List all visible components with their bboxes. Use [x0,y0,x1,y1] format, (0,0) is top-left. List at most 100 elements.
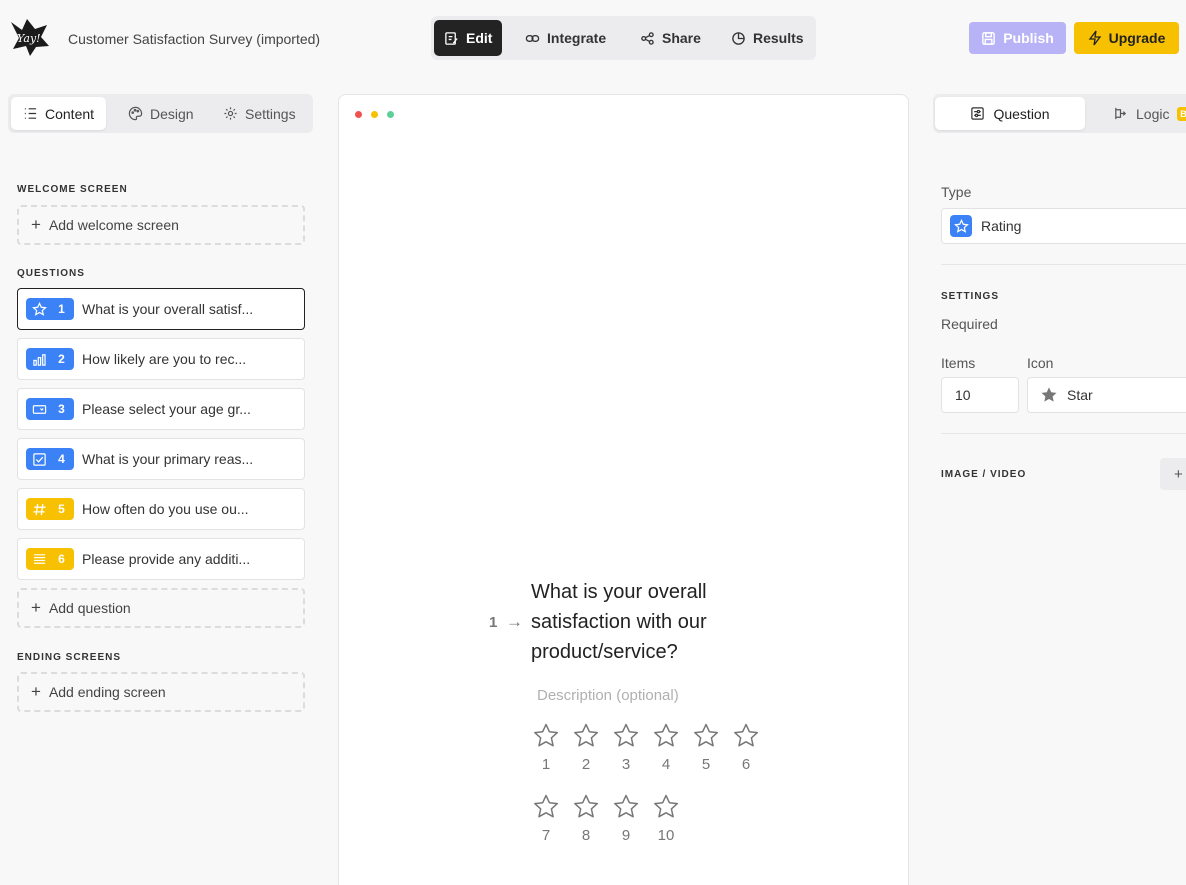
question-text: What is your overall satisf... [82,301,254,317]
tab-settings[interactable]: Settings [211,97,308,130]
upgrade-label: Upgrade [1108,30,1166,46]
question-number: 3 [58,402,65,416]
items-count-input[interactable]: 10 [941,377,1019,413]
add-welcome-screen-button[interactable]: + Add welcome screen [17,205,305,245]
preview-question-title[interactable]: What is your overall satisfaction with o… [531,577,761,667]
gear-icon [224,107,237,120]
question-item-1[interactable]: 1 What is your overall satisf... [17,288,305,330]
question-type-badge: 6 [26,548,74,570]
question-item-3[interactable]: 3 Please select your age gr... [17,388,305,430]
question-item-6[interactable]: 6 Please provide any additi... [17,538,305,580]
tab-content[interactable]: Content [11,97,107,130]
type-label: Type [941,184,972,200]
text-lines-icon [26,552,52,567]
rating-option-label: 8 [581,827,591,844]
icon-label: Icon [1027,355,1054,371]
bar-chart-icon [26,352,52,367]
rating-option-9[interactable]: 9 [609,793,643,844]
add-question-label: Add question [48,600,131,616]
star-icon [694,723,719,747]
plus-icon: + [1174,465,1183,483]
add-ending-label: Add ending screen [48,684,166,700]
rating-option-7[interactable]: 7 [529,793,563,844]
star-icon [654,723,679,747]
rating-option-label: 1 [541,756,551,773]
plus-icon: + [31,215,41,234]
rating-option-2[interactable]: 2 [569,722,603,773]
app-logo[interactable]: Yay! [8,16,50,58]
add-question-button[interactable]: + Add question [17,588,305,628]
rating-option-label: 6 [741,756,751,773]
dropdown-icon [26,402,52,417]
question-number: 2 [58,352,65,366]
question-number: 4 [58,452,65,466]
star-icon [534,794,559,818]
required-label: Required [941,316,998,332]
star-icon [734,723,759,747]
ending-section-title: ENDING SCREENS [17,652,122,663]
tab-share-label: Share [662,30,701,46]
media-section-title: IMAGE / VIDEO [941,469,1027,480]
question-settings-icon [971,107,985,120]
plus-icon: + [31,598,41,617]
window-dot-yellow [371,111,378,118]
tab-share[interactable]: Share [630,20,711,56]
rating-option-1[interactable]: 1 [529,722,563,773]
items-count-value: 10 [955,387,971,403]
tab-question[interactable]: Question [935,97,1085,130]
star-icon [614,723,639,747]
tab-edit[interactable]: Edit [434,20,503,56]
arrow-right-icon: → [506,612,523,631]
star-filled-icon [1041,387,1057,402]
tab-edit-label: Edit [466,30,493,46]
add-media-button[interactable]: + [1160,458,1186,490]
rating-option-4[interactable]: 4 [649,722,683,773]
rating-option-label: 2 [581,756,591,773]
divider [941,264,1186,265]
survey-title[interactable]: Customer Satisfaction Survey (imported) [68,31,320,47]
rating-option-8[interactable]: 8 [569,793,603,844]
tab-design-label: Design [150,105,194,122]
tab-logic[interactable]: Logic B [1101,97,1186,130]
icon-select[interactable]: Star [1027,377,1186,413]
rating-option-6[interactable]: 6 [729,722,763,773]
question-type-value: Rating [981,218,1022,234]
palette-icon [128,106,143,121]
tab-question-label: Question [993,105,1050,122]
question-type-select[interactable]: Rating [941,208,1186,244]
rating-option-5[interactable]: 5 [689,722,723,773]
items-label: Items [941,355,976,371]
question-type-badge: 1 [26,298,74,320]
question-text: What is your primary reas... [82,451,254,467]
question-text: How likely are you to rec... [82,351,247,367]
question-type-badge: 5 [26,498,74,520]
tab-integrate[interactable]: Integrate [515,20,616,56]
question-item-5[interactable]: 5 How often do you use ou... [17,488,305,530]
tab-design[interactable]: Design [116,97,206,130]
question-item-4[interactable]: 4 What is your primary reas... [17,438,305,480]
tab-integrate-label: Integrate [547,30,607,46]
star-icon [574,723,599,747]
plus-icon: + [31,682,41,701]
right-panel-tabs: Question Logic B [933,94,1186,133]
question-text: Please provide any additi... [82,551,251,567]
tab-results[interactable]: Results [721,20,814,56]
rating-option-10[interactable]: 10 [649,793,683,844]
upgrade-button[interactable]: Upgrade [1074,22,1179,54]
question-item-2[interactable]: 2 How likely are you to rec... [17,338,305,380]
rating-option-3[interactable]: 3 [609,722,643,773]
svg-text:Yay!: Yay! [17,32,41,45]
star-icon [654,794,679,818]
rating-option-label: 9 [621,827,631,844]
add-ending-screen-button[interactable]: + Add ending screen [17,672,305,712]
hash-icon [26,502,52,517]
list-icon [24,108,37,119]
mode-tabs: Edit Integrate Share Results [431,16,816,60]
tab-settings-label: Settings [245,105,296,122]
survey-preview: 1 → What is your overall satisfaction wi… [338,94,909,885]
welcome-section-title: WELCOME SCREEN [17,184,128,195]
preview-description-field[interactable]: Description (optional) [537,687,679,704]
publish-button[interactable]: Publish [969,22,1066,54]
window-dot-red [355,111,362,118]
star-icon [26,301,52,317]
